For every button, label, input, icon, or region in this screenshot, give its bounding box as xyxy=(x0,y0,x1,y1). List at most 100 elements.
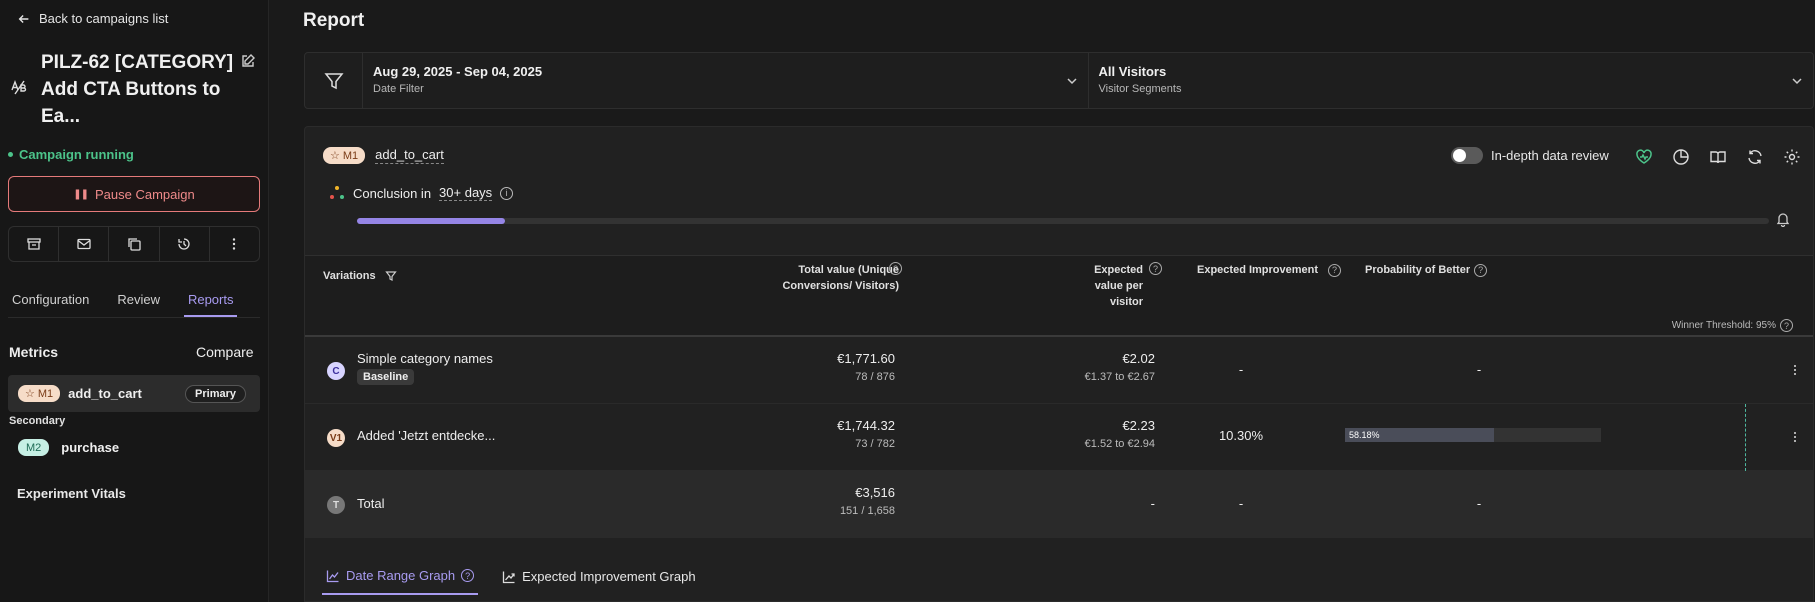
winner-threshold-label: Winner Threshold: 95% xyxy=(1671,320,1776,332)
variation-badge: V1 xyxy=(327,429,345,447)
help-icon[interactable]: ? xyxy=(889,262,902,275)
toggle-label: In-depth data review xyxy=(1491,148,1609,163)
header-probability-label: Probability of Better xyxy=(1365,264,1471,276)
archive-button[interactable] xyxy=(9,227,60,261)
more-vertical-icon[interactable] xyxy=(1789,363,1801,377)
expected-value: €2.23 xyxy=(1122,418,1155,433)
info-icon[interactable]: i xyxy=(500,186,514,200)
report-toolbar xyxy=(1633,146,1802,167)
refresh-button[interactable] xyxy=(1744,146,1765,167)
date-filter-dropdown[interactable]: Aug 29, 2025 - Sep 04, 2025 Date Filter xyxy=(363,53,1089,108)
pause-campaign-button[interactable]: ❚❚ Pause Campaign xyxy=(8,176,260,212)
back-to-campaigns-link[interactable]: Back to campaigns list xyxy=(17,11,168,26)
variation-name: Total xyxy=(357,496,385,511)
date-filter-label: Date Filter xyxy=(373,83,424,95)
chevron-down-icon xyxy=(1792,78,1802,85)
metric-badge: M2 xyxy=(18,439,50,456)
more-actions-button[interactable] xyxy=(210,227,259,261)
variation-badge: C xyxy=(327,362,345,380)
tab-label: Expected Improvement Graph xyxy=(522,569,696,584)
dots-icon xyxy=(330,186,344,199)
date-filter-value: Aug 29, 2025 - Sep 04, 2025 xyxy=(373,64,543,79)
ab-test-icon xyxy=(11,80,27,95)
variation-name: Simple category names xyxy=(357,351,493,366)
expected-value: - xyxy=(1150,496,1155,511)
campaign-actions xyxy=(8,226,260,262)
metric-name-link[interactable]: add_to_cart xyxy=(375,147,444,164)
history-icon xyxy=(178,238,190,250)
metrics-heading: Metrics xyxy=(9,344,59,360)
help-icon[interactable]: ? xyxy=(461,569,475,582)
experiment-vitals-link[interactable]: Experiment Vitals xyxy=(17,486,126,501)
refresh-icon xyxy=(1747,149,1762,164)
metric-badge: ☆ M1 xyxy=(323,147,366,164)
segment-filter-dropdown[interactable]: All Visitors Visitor Segments xyxy=(1089,53,1814,108)
probability-of-better: - xyxy=(1476,496,1482,511)
header-expected-improvement: Expected Improvement? xyxy=(1197,262,1342,278)
toggle-switch[interactable] xyxy=(1451,147,1483,164)
tab-configuration[interactable]: Configuration xyxy=(8,286,93,317)
metric-header: ☆ M1 add_to_cart xyxy=(323,147,444,164)
tab-date-range-graph[interactable]: Date Range Graph ? xyxy=(322,562,479,595)
tab-expected-improvement-graph[interactable]: Expected Improvement Graph xyxy=(498,562,699,595)
expected-value: €2.02 xyxy=(1122,351,1155,366)
total-value: €3,516 xyxy=(855,485,895,500)
docs-button[interactable] xyxy=(1707,146,1728,167)
edit-icon[interactable] xyxy=(240,53,256,69)
history-button[interactable] xyxy=(160,227,210,261)
expected-range: €1.52 to €2.94 xyxy=(1084,438,1155,450)
in-depth-review-toggle[interactable]: In-depth data review xyxy=(1451,147,1609,164)
header-expected-value: Expected value per visitor xyxy=(1075,262,1143,310)
winner-threshold: Winner Threshold: 95%? xyxy=(1672,319,1793,332)
page-title: Report xyxy=(303,10,365,31)
help-icon[interactable]: ? xyxy=(1780,319,1793,332)
help-icon[interactable]: ? xyxy=(1474,263,1488,277)
settings-button[interactable] xyxy=(1781,146,1802,167)
conclusion-estimate: Conclusion in 30+ days i xyxy=(329,185,514,201)
winner-threshold-line xyxy=(1745,404,1746,471)
metric-badge-label: M1 xyxy=(37,387,54,400)
bell-icon[interactable] xyxy=(1775,211,1791,227)
heart-pulse-icon xyxy=(1635,148,1652,164)
baseline-badge: Baseline xyxy=(357,369,415,385)
trend-up-icon xyxy=(502,571,515,583)
probability-fill: 58.18% xyxy=(1345,428,1494,442)
copy-icon xyxy=(128,238,141,251)
table-row: V1 Added 'Jetzt entdecke... €1,744.32 73… xyxy=(305,404,1813,471)
help-icon[interactable]: ? xyxy=(1149,262,1162,275)
email-button[interactable] xyxy=(59,227,110,261)
table-row: C Simple category names Baseline €1,771.… xyxy=(305,337,1813,404)
gear-icon xyxy=(1784,149,1799,164)
metric-item-purchase[interactable]: M2 purchase xyxy=(18,439,119,456)
duplicate-button[interactable] xyxy=(109,227,160,261)
expected-improvement: 10.30% xyxy=(1218,428,1264,443)
table-row-total: T Total €3,516 151 / 1,658 - - - xyxy=(305,471,1813,538)
help-icon[interactable]: ? xyxy=(1328,263,1342,277)
header-total-value: Total value (Unique Conversions/ Visitor… xyxy=(775,262,899,294)
conclusion-days: 30+ days xyxy=(439,185,493,201)
segment-filter-value: All Visitors xyxy=(1098,64,1167,79)
health-button[interactable] xyxy=(1633,146,1654,167)
tab-review[interactable]: Review xyxy=(113,286,164,317)
metric-item-add-to-cart[interactable]: ☆ M1 add_to_cart Primary xyxy=(8,375,260,412)
expected-improvement: - xyxy=(1238,496,1244,511)
filter-bar: Aug 29, 2025 - Sep 04, 2025 Date Filter … xyxy=(304,52,1814,109)
tab-reports[interactable]: Reports xyxy=(183,286,238,317)
total-value: €1,744.32 xyxy=(837,418,895,433)
metric-name: purchase xyxy=(61,440,120,455)
variation-name: Added 'Jetzt entdecke... xyxy=(357,428,496,443)
filter-button[interactable] xyxy=(305,53,363,108)
conversions-ratio: 151 / 1,658 xyxy=(839,505,895,517)
more-vertical-icon[interactable] xyxy=(1789,430,1801,444)
filter-icon[interactable] xyxy=(384,270,397,282)
variation-badge: T xyxy=(327,496,345,514)
primary-badge: Primary xyxy=(185,384,246,403)
secondary-heading: Secondary xyxy=(9,415,66,427)
total-value: €1,771.60 xyxy=(837,351,895,366)
conversions-ratio: 78 / 876 xyxy=(855,371,895,383)
sidebar: Back to campaigns list PILZ-62 [CATEGORY… xyxy=(0,0,269,602)
pie-chart-button[interactable] xyxy=(1670,146,1691,167)
graph-tabs: Date Range Graph ? Expected Improvement … xyxy=(322,562,700,595)
book-open-icon xyxy=(1709,150,1726,163)
compare-button[interactable]: Compare xyxy=(196,344,254,360)
